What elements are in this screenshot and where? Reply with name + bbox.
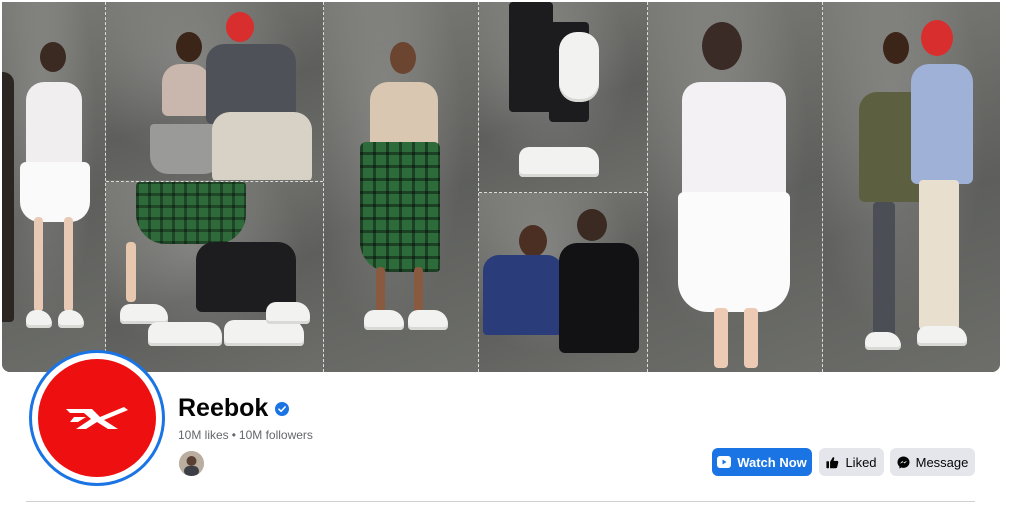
cover-panel-8	[823, 2, 1000, 372]
followers-count[interactable]: 10M followers	[239, 428, 313, 442]
thumbs-up-icon	[826, 456, 839, 468]
cover-panel-1	[2, 2, 105, 372]
message-label: Message	[915, 454, 969, 470]
liked-label: Liked	[845, 454, 877, 470]
profile-picture-ring	[29, 350, 165, 486]
watch-now-button[interactable]: Watch Now	[712, 448, 812, 476]
cover-photo[interactable]	[2, 2, 1000, 372]
friend-avatar[interactable]	[178, 450, 205, 477]
reebok-delta-logo-icon	[66, 407, 128, 429]
verified-badge-icon	[275, 402, 289, 416]
liked-button[interactable]: Liked	[819, 448, 884, 476]
watch-now-label: Watch Now	[737, 454, 807, 470]
cover-panel-2	[106, 2, 323, 180]
cover-panel-4	[324, 2, 478, 372]
cover-panel-6	[479, 193, 647, 372]
cover-panel-3	[106, 182, 323, 372]
cover-panel-5	[479, 2, 647, 192]
page-stats: 10M likes • 10M followers	[178, 427, 313, 443]
stats-separator: •	[231, 428, 236, 442]
page-title: Reebok	[178, 394, 269, 422]
person-photo-icon	[179, 451, 204, 476]
message-button[interactable]: Message	[890, 448, 975, 476]
video-play-icon	[717, 456, 732, 468]
profile-picture[interactable]	[38, 359, 156, 477]
facebook-page-header: Reebok 10M likes • 10M followers Watch Now…	[0, 0, 1010, 507]
header-divider	[26, 501, 975, 502]
likes-count[interactable]: 10M likes	[178, 428, 229, 442]
cover-panel-7	[648, 2, 822, 372]
messenger-icon	[897, 455, 910, 469]
